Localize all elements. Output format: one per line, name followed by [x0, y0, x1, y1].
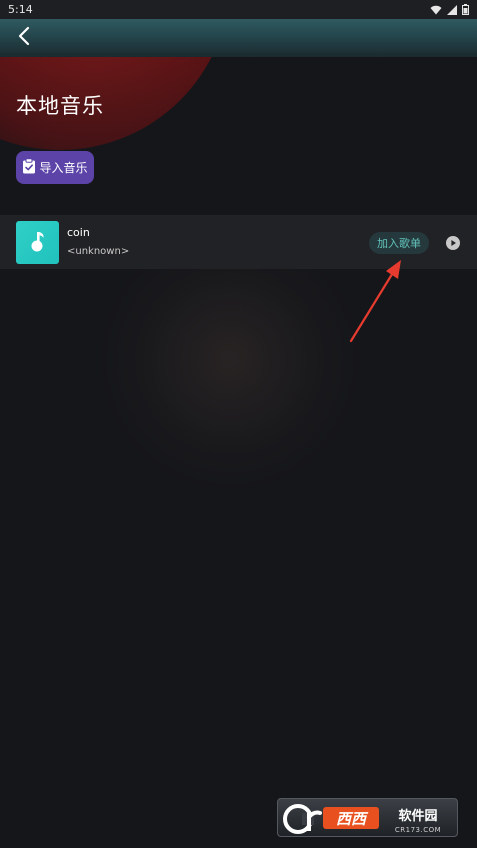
status-time: 5:14 — [8, 3, 33, 16]
song-cover — [16, 221, 59, 264]
watermark-logo: 西西 软件园 CR173.COM — [277, 798, 458, 837]
wifi-icon — [430, 5, 442, 15]
music-note-icon — [30, 230, 46, 256]
app-bar — [0, 19, 477, 57]
play-circle-icon[interactable] — [446, 235, 460, 250]
import-music-button[interactable]: 导入音乐 — [16, 151, 94, 184]
svg-text:软件园: 软件园 — [398, 808, 437, 824]
song-title: coin — [67, 226, 90, 239]
screen: 5:14 本地音乐 导入音乐 coin <unknown> 加入歌单 西西 软件… — [0, 0, 477, 848]
background-glow — [100, 230, 360, 490]
status-bar: 5:14 — [0, 0, 477, 19]
status-icons — [430, 4, 469, 15]
add-to-playlist-button[interactable]: 加入歌单 — [369, 232, 429, 254]
chevron-left-icon — [17, 26, 31, 50]
svg-text:CR173.COM: CR173.COM — [395, 826, 441, 834]
back-button[interactable] — [10, 25, 38, 51]
svg-text:西西: 西西 — [336, 810, 369, 828]
cellular-signal-icon — [447, 4, 457, 15]
import-music-label: 导入音乐 — [39, 161, 88, 175]
battery-icon — [462, 4, 469, 15]
clipboard-check-icon — [22, 158, 36, 177]
annotation-arrow — [340, 255, 410, 354]
page-title: 本地音乐 — [16, 94, 104, 118]
song-artist: <unknown> — [67, 246, 130, 257]
